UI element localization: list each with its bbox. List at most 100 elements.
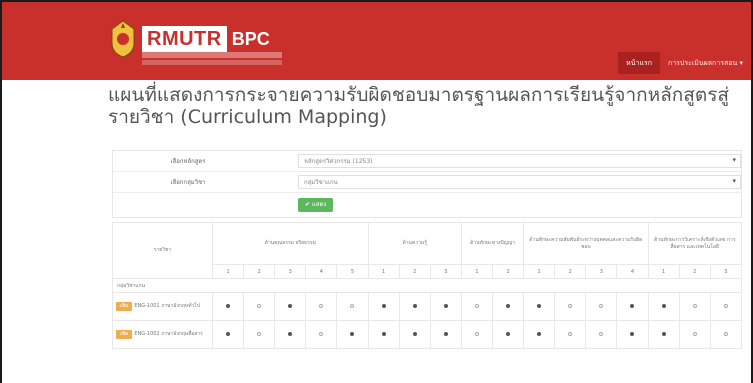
primary-responsibility-icon xyxy=(288,331,293,336)
logo-main-text: RMUTR xyxy=(147,27,222,50)
responsibility-cell xyxy=(398,292,431,321)
caret-down-icon: ▾ xyxy=(732,177,736,185)
group-header-cognitive: ด้านทักษะทางปัญญา xyxy=(460,222,525,265)
responsibility-cell xyxy=(460,320,493,349)
responsibility-cell xyxy=(274,320,307,349)
course-group-select-row: เลือกกลุ่มวิชา กลุ่มวิชาแกน ▾ xyxy=(113,172,741,193)
table-row: เพิ่ม ENG-1002 ภาษาอังกฤษสื่อสาร xyxy=(112,320,743,349)
responsibility-cell xyxy=(554,320,587,349)
course-group-select[interactable]: กลุ่มวิชาแกน ▾ xyxy=(298,175,741,189)
responsibility-cell xyxy=(616,292,649,321)
nav-home[interactable]: หน้าแรก xyxy=(618,52,660,74)
responsibility-cell xyxy=(336,292,369,321)
course-cell: เพิ่ม ENG-1002 ภาษาอังกฤษสื่อสาร xyxy=(112,320,213,349)
table-group-header-row: รายวิชา ด้านคุณธรรม จริยธรรม ด้านความรู้… xyxy=(112,222,743,279)
nav-teaching-evaluation[interactable]: การประเมินผลการสอน ▾ xyxy=(660,52,751,74)
primary-responsibility-icon xyxy=(412,331,417,336)
responsibility-cell xyxy=(305,320,338,349)
primary-responsibility-icon xyxy=(381,331,386,336)
outcome-number-header: 2 xyxy=(398,264,431,279)
course-column-header: รายวิชา xyxy=(112,222,213,279)
course-name: ENG-1001 ภาษาอังกฤษทั่วไป xyxy=(134,303,200,309)
outcome-number-header: 3 xyxy=(709,264,743,279)
browser-viewport: RMUTR BPC หน้าแรก การประเมินผลการสอน ▾ แ… xyxy=(2,2,751,383)
primary-responsibility-icon xyxy=(288,303,293,308)
header-bar: RMUTR BPC หน้าแรก การประเมินผลการสอน ▾ xyxy=(2,2,751,80)
secondary-responsibility-icon xyxy=(474,331,479,336)
outcome-number-header: 1 xyxy=(647,264,680,279)
responsibility-cell xyxy=(243,292,276,321)
responsibility-cell xyxy=(585,292,618,321)
secondary-responsibility-icon xyxy=(474,303,479,308)
responsibility-cell xyxy=(616,320,649,349)
site-logo[interactable]: RMUTR BPC xyxy=(107,14,282,65)
outcome-number-header: 1 xyxy=(211,264,245,279)
responsibility-cell xyxy=(709,292,743,321)
outcome-number-header: 1 xyxy=(523,264,556,279)
outcome-number-header: 1 xyxy=(367,264,400,279)
course-cell: เพิ่ม ENG-1001 ภาษาอังกฤษทั่วไป xyxy=(112,292,213,321)
secondary-responsibility-icon xyxy=(723,303,728,308)
outcome-number-header: 2 xyxy=(554,264,587,279)
curriculum-select-row: เลือกหลักสูตร หลักสูตรวิศวกรรม (1253) ▾ xyxy=(113,151,741,172)
show-button[interactable]: ✔ แสดง xyxy=(298,198,334,212)
responsibility-cell xyxy=(554,292,587,321)
outcome-number-header: 2 xyxy=(678,264,711,279)
responsibility-cell xyxy=(678,292,711,321)
logo-wordmark: RMUTR xyxy=(142,26,227,52)
responsibility-cell xyxy=(429,320,462,349)
outcome-number-header: 3 xyxy=(429,264,462,279)
primary-responsibility-icon xyxy=(226,303,231,308)
responsibility-cell xyxy=(523,320,556,349)
outcome-number-header: 5 xyxy=(336,264,369,279)
primary-responsibility-icon xyxy=(226,331,231,336)
course-detail-button[interactable]: เพิ่ม xyxy=(116,302,133,311)
secondary-responsibility-icon xyxy=(319,303,324,308)
submit-row: ✔ แสดง xyxy=(113,193,741,217)
main-nav: หน้าแรก การประเมินผลการสอน ▾ xyxy=(618,52,751,74)
group-header-ethics: ด้านคุณธรรม จริยธรรม xyxy=(212,222,369,265)
primary-responsibility-icon xyxy=(661,331,666,336)
outcome-number-header: 3 xyxy=(585,264,618,279)
course-group-select-value: กลุ่มวิชาแกน xyxy=(304,179,338,186)
outcome-number-header: 3 xyxy=(274,264,307,279)
primary-responsibility-icon xyxy=(412,303,417,308)
responsibility-cell xyxy=(243,320,276,349)
logo-tagline-strip-2 xyxy=(142,60,282,65)
responsibility-cell xyxy=(585,320,618,349)
primary-responsibility-icon xyxy=(506,303,511,308)
responsibility-cell xyxy=(367,320,400,349)
group-header-numerical: ด้านทักษะการวิเคราะห์เชิงตัวเลข การสื่อส… xyxy=(647,222,743,265)
responsibility-cell xyxy=(460,292,493,321)
secondary-responsibility-icon xyxy=(692,331,697,336)
logo-sub-text: BPC xyxy=(231,28,270,49)
responsibility-cell xyxy=(709,320,743,349)
responsibility-cell xyxy=(678,320,711,349)
secondary-responsibility-icon xyxy=(723,331,728,336)
secondary-responsibility-icon xyxy=(257,331,262,336)
primary-responsibility-icon xyxy=(443,331,448,336)
responsibility-cell xyxy=(491,292,525,321)
logo-tagline-strip xyxy=(142,52,282,58)
responsibility-cell xyxy=(429,292,462,321)
secondary-responsibility-icon xyxy=(319,331,324,336)
secondary-responsibility-icon xyxy=(599,303,604,308)
filter-form: เลือกหลักสูตร หลักสูตรวิศวกรรม (1253) ▾ … xyxy=(112,150,742,218)
primary-responsibility-icon xyxy=(381,303,386,308)
responsibility-cell xyxy=(305,292,338,321)
responsibility-cell xyxy=(647,320,680,349)
group-header-knowledge: ด้านความรู้ xyxy=(367,222,462,265)
secondary-responsibility-icon xyxy=(692,303,697,308)
course-detail-button[interactable]: เพิ่ม xyxy=(116,330,133,339)
curriculum-select[interactable]: หลักสูตรวิศวกรรม (1253) ▾ xyxy=(298,154,741,168)
responsibility-cell xyxy=(211,320,245,349)
table-section-row: กลุ่มวิชาแกน xyxy=(112,278,742,293)
outcome-number-header: 2 xyxy=(243,264,276,279)
secondary-responsibility-icon xyxy=(568,331,573,336)
curriculum-map-table: รายวิชา ด้านคุณธรรม จริยธรรม ด้านความรู้… xyxy=(112,222,743,349)
primary-responsibility-icon xyxy=(537,303,542,308)
course-group-select-label: เลือกกลุ่มวิชา xyxy=(170,179,206,186)
secondary-responsibility-icon xyxy=(350,303,355,308)
primary-responsibility-icon xyxy=(630,331,635,336)
responsibility-cell xyxy=(491,320,525,349)
